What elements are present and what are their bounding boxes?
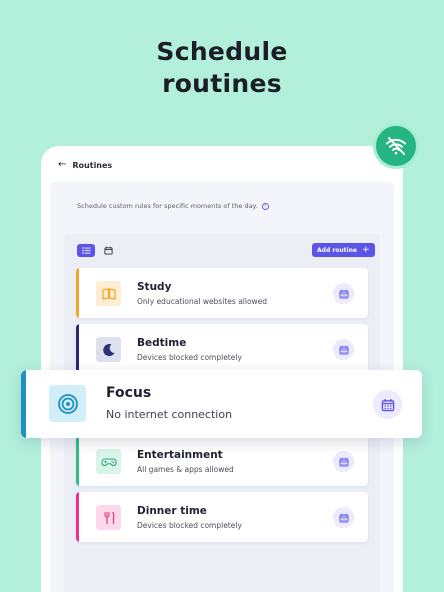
list-view-button[interactable] [77,244,95,257]
book-icon [101,287,116,300]
routine-card-entertainment[interactable]: Entertainment All games & apps allowed [76,436,368,486]
moon-icon [102,343,114,356]
routine-card-dinner-time[interactable]: Dinner time Devices blocked completely [76,492,368,542]
plus-icon: + [361,244,370,255]
calendar-icon [339,289,348,298]
routine-title: Entertainment [137,449,223,461]
routine-card-bedtime[interactable]: Bedtime Devices blocked completely [76,324,368,374]
schedule-button[interactable] [333,451,354,472]
routine-subtitle: No internet connection [106,408,233,421]
info-icon[interactable]: ? [261,202,269,210]
gamepad-icon [100,457,117,466]
routine-color-stripe [21,370,26,438]
routine-color-stripe [76,436,79,486]
description: Schedule custom rules for specific momen… [77,202,269,210]
headline-line-1: Schedule [156,37,288,66]
wifi-off-icon [386,137,406,155]
routine-icon-tile [96,505,121,530]
routine-card-study[interactable]: Study Only educational websites allowed [76,268,368,318]
utensils-icon [104,511,114,524]
arrow-left-icon[interactable]: ← [58,160,66,170]
routine-icon-tile [49,385,86,422]
schedule-button[interactable] [333,339,354,360]
schedule-button[interactable] [373,390,402,419]
description-text: Schedule custom rules for specific momen… [77,202,258,210]
headline: Schedule routines [0,36,444,100]
calendar-icon [339,513,348,522]
header: ← Routines [58,160,112,170]
routine-title: Study [137,281,172,293]
routine-color-stripe [76,492,79,542]
routine-subtitle: Devices blocked completely [137,353,242,362]
target-icon [57,393,78,414]
add-routine-label: Add routine [317,246,357,254]
routine-color-stripe [76,268,79,318]
page-title: Routines [72,160,113,170]
calendar-view-button[interactable] [99,244,117,257]
routine-subtitle: Devices blocked completely [137,521,242,530]
schedule-button[interactable] [333,507,354,528]
calendar-icon [381,398,394,411]
routine-title: Focus [106,385,152,401]
routine-card-focus[interactable]: Focus No internet connection [21,370,422,438]
calendar-icon [339,457,348,466]
schedule-button[interactable] [333,283,354,304]
headline-line-2: routines [162,69,282,98]
add-routine-button[interactable]: Add routine + [312,243,375,257]
routine-icon-tile [96,281,121,306]
routine-icon-tile [96,337,121,362]
routine-subtitle: Only educational websites allowed [137,297,268,306]
routine-title: Dinner time [137,505,207,517]
routine-icon-tile [96,449,121,474]
calendar-icon [103,246,113,255]
view-toggle [77,244,117,257]
routine-subtitle: All games & apps allowed [137,465,234,474]
wifi-off-badge [373,123,419,169]
calendar-icon [339,345,348,354]
routine-color-stripe [76,324,79,374]
list-icon [81,247,91,254]
routine-title: Bedtime [137,337,187,349]
